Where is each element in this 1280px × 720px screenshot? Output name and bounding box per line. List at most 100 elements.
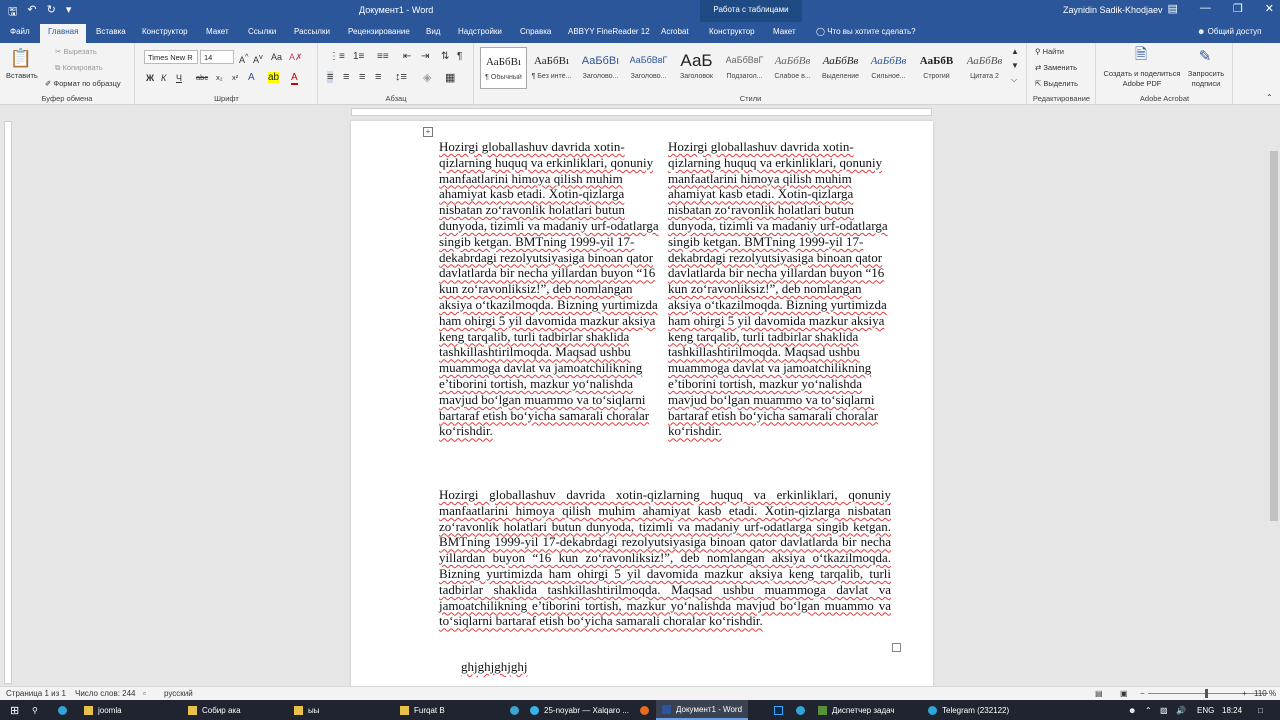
superscript-button[interactable]: x² (232, 73, 238, 82)
sort-icon[interactable]: ⇅ (441, 51, 449, 62)
start-icon[interactable]: ⊞ (4, 700, 25, 720)
increase-indent-icon[interactable]: ⇥ (421, 51, 429, 62)
taskbar-item-folder[interactable]: ыы (288, 700, 326, 720)
minimize-icon[interactable]: — (1200, 2, 1211, 15)
taskbar-item-xalqaro[interactable]: 25-noyabr — Xalqaro ... (524, 700, 635, 720)
highlight-icon[interactable]: ab (268, 72, 280, 83)
multilevel-list-icon[interactable]: ≡≡ (377, 51, 389, 62)
shrink-font-icon[interactable]: Av (253, 52, 263, 65)
replace-button[interactable]: ⇄ Заменить (1035, 63, 1077, 72)
proofing-icon[interactable]: ▫ (143, 689, 146, 698)
cut-button[interactable]: ✂ Вырезать (55, 47, 97, 56)
style-title[interactable]: АаБ Заголовок (673, 47, 720, 89)
language[interactable]: русский (164, 689, 193, 698)
style-no-spacing[interactable]: АаБбВı ¶ Без инте... (528, 47, 575, 89)
undo-icon[interactable]: ↶ (27, 3, 36, 22)
font-name-combo[interactable]: Times New R (144, 50, 198, 64)
paste-button[interactable]: Вставить (6, 71, 38, 80)
search-icon[interactable]: ⚲ (26, 700, 44, 720)
style-strong[interactable]: АаБбВ Строгий (913, 47, 960, 89)
document-page[interactable]: + Hozirgi globallashuv davrida xotin-qiz… (351, 121, 933, 687)
volume-icon[interactable]: 🔊 (1176, 706, 1186, 715)
style-subtitle[interactable]: АаБбВвГ Подзагол... (721, 47, 768, 89)
style-quote-2[interactable]: АаБбВв Цитата 2 (961, 47, 1008, 89)
vertical-scrollbar[interactable] (1268, 121, 1280, 686)
align-center-icon[interactable]: ≡ (343, 71, 349, 83)
table-cell-right[interactable]: Hozirgi globallashuv davrida xotin-qizla… (668, 139, 890, 439)
styles-scroll-down-icon[interactable]: ▼ (1011, 61, 1019, 70)
tab-layout[interactable]: Макет (206, 27, 229, 36)
taskbar-item-task-manager[interactable]: Диспетчер задач (812, 700, 901, 720)
notifications-icon[interactable]: □ (1258, 706, 1263, 715)
tab-table-design[interactable]: Конструктор (709, 27, 755, 36)
numbering-icon[interactable]: 1≡ (353, 51, 364, 62)
subscript-button[interactable]: x₂ (216, 73, 223, 82)
page-count[interactable]: Страница 1 из 1 (6, 689, 66, 698)
italic-button[interactable]: К (161, 73, 166, 83)
decrease-indent-icon[interactable]: ⇤ (403, 51, 411, 62)
tray-overflow-icon[interactable]: ⌃ (1145, 706, 1152, 715)
find-button[interactable]: ⚲ Найти (1035, 47, 1064, 56)
borders-icon[interactable]: ▦ (445, 71, 455, 84)
table-move-handle-icon[interactable]: + (423, 127, 433, 137)
restore-icon[interactable]: ❐ (1233, 2, 1243, 15)
tab-mailings[interactable]: Рассылки (294, 27, 330, 36)
tab-review[interactable]: Рецензирование (348, 27, 410, 36)
close-icon[interactable]: ✕ (1265, 2, 1274, 15)
zoom-out-icon[interactable]: − (1140, 689, 1145, 698)
input-language[interactable]: ENG (1197, 706, 1214, 715)
grow-font-icon[interactable]: A^ (239, 52, 249, 65)
customize-qat-icon[interactable]: ▾ (66, 3, 72, 22)
tab-addins[interactable]: Надстройки (458, 27, 502, 36)
tab-design[interactable]: Конструктор (142, 27, 188, 36)
ribbon-display-options-icon[interactable]: ▤ (1168, 2, 1178, 15)
request-signatures-button[interactable]: Запросить подписи (1183, 69, 1229, 89)
people-icon[interactable]: ☻ (1128, 706, 1136, 715)
collapse-ribbon-icon[interactable]: ⌃ (1266, 93, 1273, 102)
shading-icon[interactable]: ◈ (423, 71, 431, 84)
style-intense-emphasis[interactable]: АаБбВв Сильное... (865, 47, 912, 89)
clear-formatting-icon[interactable]: A✗ (289, 52, 303, 63)
tab-acrobat[interactable]: Acrobat (661, 27, 689, 36)
text-effects-icon[interactable]: A (248, 72, 255, 83)
bullets-icon[interactable]: ⋮≡ (329, 51, 345, 62)
taskbar-item-word[interactable]: Документ1 - Word (656, 700, 749, 720)
styles-more-icon[interactable]: ⌵ (1011, 75, 1017, 85)
horizontal-ruler[interactable] (351, 108, 932, 116)
line-spacing-icon[interactable]: ↕≡ (395, 71, 407, 83)
scrollbar-thumb[interactable] (1270, 151, 1278, 521)
save-icon[interactable]: 🖫 (8, 3, 17, 22)
underline-button[interactable]: Ч (176, 73, 182, 83)
tab-abbyy[interactable]: ABBYY FineReader 12 (568, 27, 650, 36)
align-left-icon[interactable]: ≡ (327, 71, 334, 83)
format-painter-button[interactable]: ✐ Формат по образцу (45, 79, 121, 88)
body-paragraph[interactable]: Hozirgi globallashuv davrida xotin-qizla… (439, 487, 891, 629)
network-icon[interactable]: ▨ (1160, 706, 1168, 715)
tab-references[interactable]: Ссылки (248, 27, 276, 36)
firefox-icon[interactable] (634, 700, 655, 720)
taskbar-item-furqat[interactable]: Furqat B (394, 700, 451, 720)
vertical-ruler[interactable] (4, 121, 12, 684)
clock[interactable]: 18:24 (1222, 706, 1242, 715)
redo-icon[interactable]: ↻ (47, 3, 56, 22)
user-name[interactable]: Zaynidin Sadik-Khodjaev (1063, 5, 1163, 15)
create-share-pdf-button[interactable]: Создать и поделиться Adobe PDF (1103, 69, 1181, 89)
strikethrough-button[interactable]: abc (196, 73, 208, 82)
request-signatures-icon[interactable]: ✎ (1193, 47, 1217, 65)
copy-button[interactable]: ⧉ Копировать (55, 63, 103, 73)
print-layout-icon[interactable]: ▣ (1120, 689, 1128, 698)
bold-button[interactable]: Ж (146, 73, 154, 83)
change-case-icon[interactable]: Aa (271, 52, 282, 62)
taskbar-item-telegram[interactable]: Telegram (232122) (922, 700, 1015, 720)
edge-icon[interactable] (504, 700, 525, 720)
taskbar-item-joomla[interactable]: joomla (78, 700, 128, 720)
word-count[interactable]: Число слов: 244 (75, 689, 135, 698)
show-marks-icon[interactable]: ¶ (457, 51, 462, 62)
tab-help[interactable]: Справка (520, 27, 551, 36)
style-normal[interactable]: АаБбВı ¶ Обычный (480, 47, 527, 89)
style-emphasis[interactable]: АаБбВв Выделение (817, 47, 864, 89)
align-right-icon[interactable]: ≡ (359, 71, 365, 83)
telegram-pinned-icon[interactable] (52, 700, 73, 720)
zoom-level[interactable]: 110 % (1254, 689, 1276, 698)
tab-home[interactable]: Главная (40, 24, 87, 43)
